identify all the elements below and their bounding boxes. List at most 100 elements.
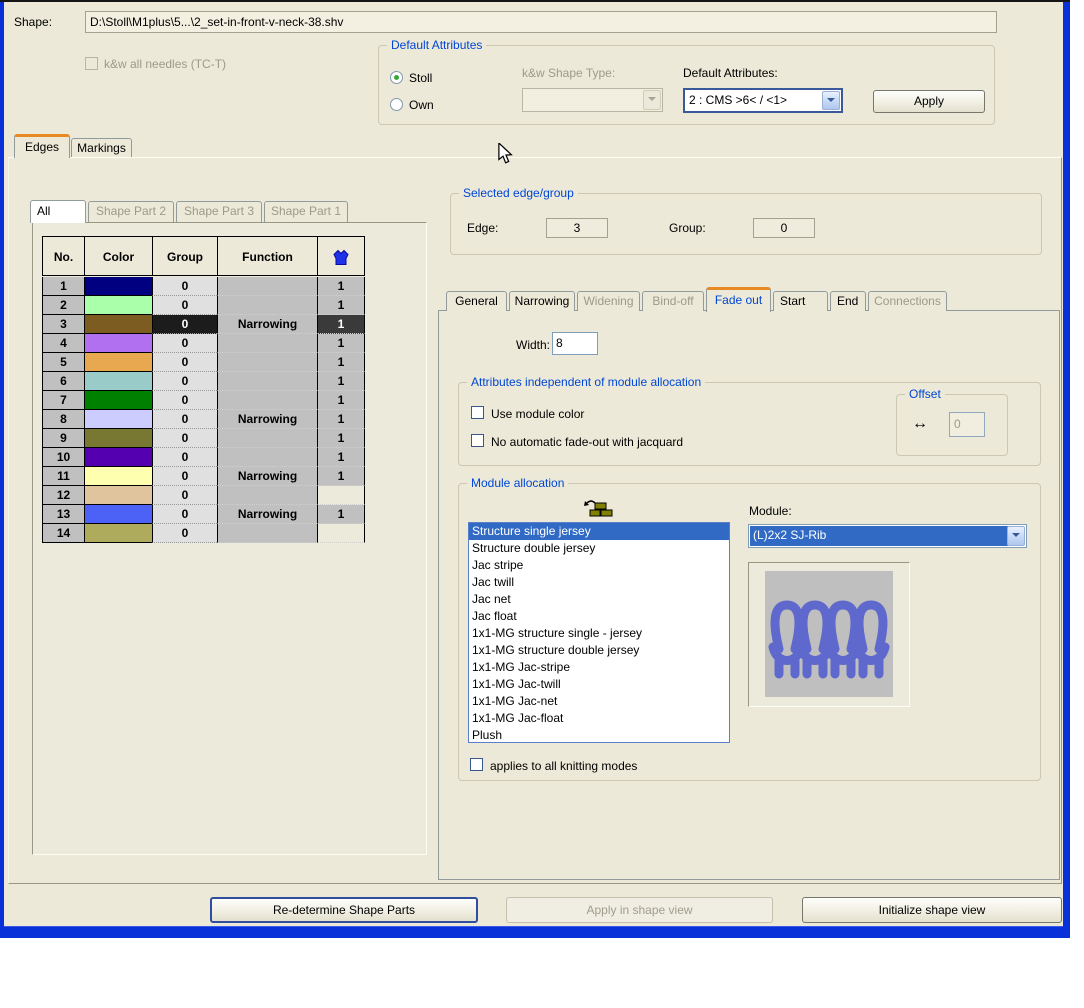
chevron-down-icon[interactable] [822, 91, 840, 110]
shape-path-field[interactable]: D:\Stoll\M1plus\5...\2_set-in-front-v-ne… [85, 11, 997, 33]
tab-general[interactable]: General [446, 291, 507, 311]
row-count: 1 [317, 391, 365, 410]
row-function [217, 353, 317, 372]
table-row[interactable]: 5 0 1 [42, 353, 365, 372]
row-function [217, 429, 317, 448]
window-left-border [0, 2, 4, 928]
tab-markings[interactable]: Markings [71, 138, 132, 157]
table-row[interactable]: 4 0 1 [42, 334, 365, 353]
table-row[interactable]: 7 0 1 [42, 391, 365, 410]
default-attributes-group: Default Attributes Stoll Own k&w Shape T… [378, 45, 995, 125]
kw-all-needles-label: k&w all needles (TC-T) [104, 57, 226, 71]
row-count [317, 486, 365, 505]
part-tab-shape-part-2[interactable]: Shape Part 2 [88, 201, 174, 222]
edge-table-container: No. Color Group Function 1 0 1 [32, 222, 427, 855]
no-auto-fadeout-label[interactable]: No automatic fade-out with jacquard [491, 435, 683, 449]
part-tab-all[interactable]: All [30, 200, 86, 223]
row-color-swatch [84, 429, 152, 448]
row-function [217, 486, 317, 505]
row-count: 1 [317, 429, 365, 448]
chevron-down-icon[interactable] [1007, 526, 1025, 546]
row-function: Narrowing [217, 467, 317, 486]
default-attributes-group-title: Default Attributes [387, 38, 486, 52]
module-assign-icon [581, 499, 613, 519]
edge-value-field: 3 [546, 218, 608, 238]
row-function [217, 334, 317, 353]
row-no: 8 [42, 410, 84, 429]
list-item[interactable]: Jac float [469, 608, 729, 625]
window-right-border [1063, 2, 1070, 928]
left-right-arrow-icon: ↔ [912, 415, 928, 433]
shape-label: Shape: [14, 15, 52, 29]
table-row[interactable]: 10 0 1 [42, 448, 365, 467]
row-group: 0 [152, 353, 217, 372]
row-group: 0 [152, 410, 217, 429]
part-tab-shape-part-1[interactable]: Shape Part 1 [264, 201, 348, 222]
stoll-radio[interactable] [390, 71, 403, 84]
applies-all-modes-checkbox[interactable] [470, 758, 483, 771]
apply-button[interactable]: Apply [873, 90, 985, 113]
table-row[interactable]: 9 0 1 [42, 429, 365, 448]
list-item[interactable]: 1x1-MG Jac-float [469, 710, 729, 727]
module-label: Module: [749, 504, 792, 518]
stoll-radio-label[interactable]: Stoll [409, 71, 432, 85]
list-item[interactable]: 1x1-MG structure double jersey [469, 642, 729, 659]
row-no: 6 [42, 372, 84, 391]
row-group: 0 [152, 277, 217, 296]
row-no: 4 [42, 334, 84, 353]
own-radio-label[interactable]: Own [409, 98, 434, 112]
table-row[interactable]: 1 0 1 [42, 277, 365, 296]
row-no: 2 [42, 296, 84, 315]
list-item[interactable]: Jac twill [469, 574, 729, 591]
mouse-cursor [497, 143, 513, 165]
table-row[interactable]: 11 0 Narrowing 1 [42, 467, 365, 486]
list-item[interactable]: Structure single jersey [469, 523, 729, 540]
row-function [217, 296, 317, 315]
application-window: Shape: D:\Stoll\M1plus\5...\2_set-in-fro… [0, 0, 1084, 1008]
list-item[interactable]: 1x1-MG Jac-stripe [469, 659, 729, 676]
width-input[interactable]: 8 [552, 332, 598, 355]
tab-bind-off: Bind-off [642, 291, 704, 311]
tab-edges[interactable]: Edges [14, 134, 70, 158]
attrs-independent-group: Attributes independent of module allocat… [458, 382, 1041, 466]
group-value-field: 0 [753, 218, 815, 238]
row-no: 12 [42, 486, 84, 505]
initialize-shape-view-button[interactable]: Initialize shape view [802, 897, 1062, 923]
use-module-color-checkbox[interactable] [471, 406, 484, 419]
list-item[interactable]: 1x1-MG Jac-net [469, 693, 729, 710]
default-attributes-combo[interactable]: 2 : CMS >6< / <1> [683, 88, 843, 113]
list-item[interactable]: Jac stripe [469, 557, 729, 574]
table-row[interactable]: 14 0 [42, 524, 365, 543]
part-tab-shape-part-3[interactable]: Shape Part 3 [176, 201, 262, 222]
row-group: 0 [152, 334, 217, 353]
no-auto-fadeout-checkbox[interactable] [471, 434, 484, 447]
tab-fade-out[interactable]: Fade out [706, 287, 771, 312]
table-row[interactable]: 12 0 [42, 486, 365, 505]
tab-start[interactable]: Start [773, 291, 828, 311]
row-no: 1 [42, 277, 84, 296]
list-item[interactable]: 1x1-MG structure single - jersey [469, 625, 729, 642]
tab-end[interactable]: End [830, 291, 866, 311]
module-preview-box [748, 562, 910, 707]
table-row[interactable]: 13 0 Narrowing 1 [42, 505, 365, 524]
table-row[interactable]: 6 0 1 [42, 372, 365, 391]
redetermine-shape-parts-button[interactable]: Re-determine Shape Parts [210, 897, 478, 923]
list-item[interactable]: Plush [469, 727, 729, 743]
row-function [217, 391, 317, 410]
row-no: 3 [42, 315, 84, 334]
tab-narrowing[interactable]: Narrowing [509, 291, 575, 311]
list-item[interactable]: 1x1-MG Jac-twill [469, 676, 729, 693]
row-function: Narrowing [217, 410, 317, 429]
row-color-swatch [84, 296, 152, 315]
own-radio[interactable] [390, 98, 403, 111]
table-row[interactable]: 2 0 1 [42, 296, 365, 315]
applies-all-modes-label[interactable]: applies to all knitting modes [490, 759, 637, 773]
table-row-selected[interactable]: 3 0 Narrowing 1 [42, 315, 365, 334]
row-color-swatch [84, 524, 152, 543]
table-row[interactable]: 8 0 Narrowing 1 [42, 410, 365, 429]
use-module-color-label[interactable]: Use module color [491, 407, 584, 421]
list-item[interactable]: Jac net [469, 591, 729, 608]
row-no: 10 [42, 448, 84, 467]
list-item[interactable]: Structure double jersey [469, 540, 729, 557]
module-combo[interactable]: (L)2x2 SJ-Rib [748, 524, 1027, 548]
